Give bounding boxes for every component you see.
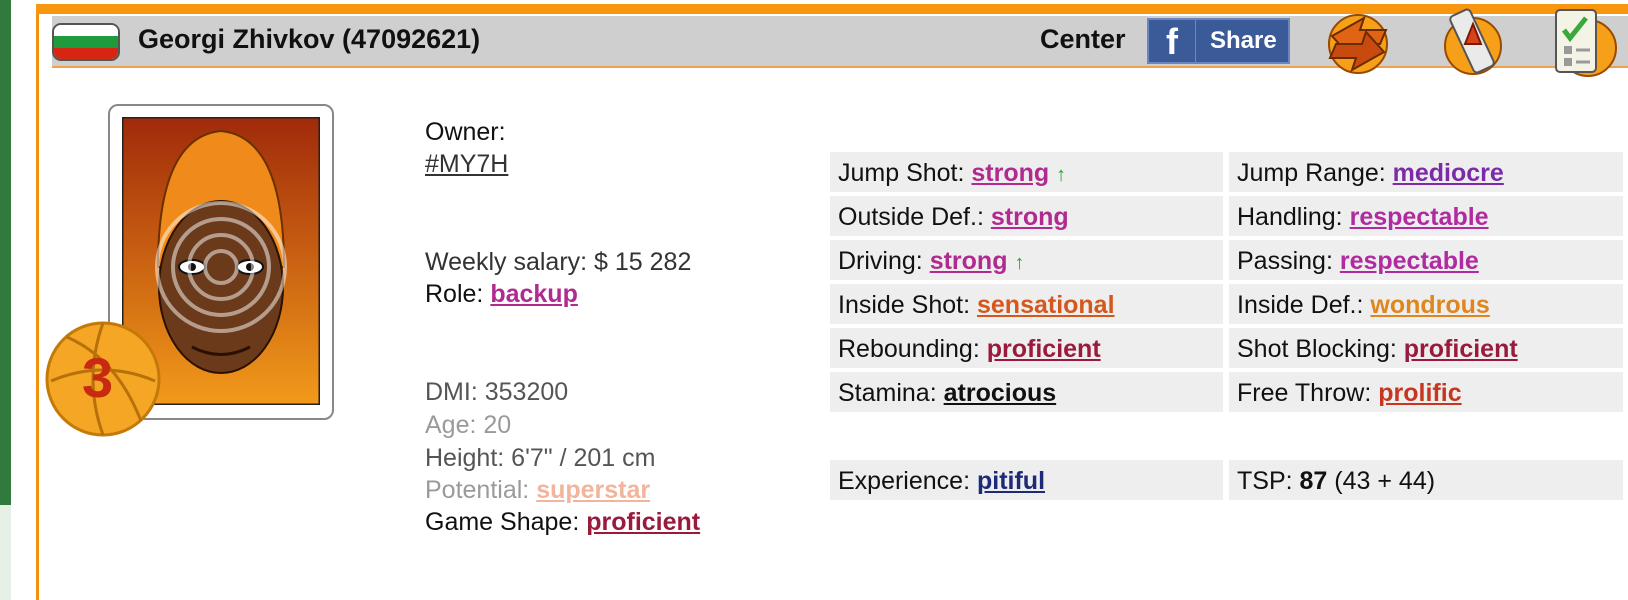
- skill-cell: Rebounding: proficient: [830, 328, 1223, 368]
- skill-label: Shot Blocking:: [1237, 335, 1397, 363]
- facebook-icon: f: [1149, 20, 1196, 62]
- skill-label: Inside Shot:: [838, 291, 971, 319]
- skill-value-link[interactable]: strong: [930, 247, 1008, 275]
- potential-label: Potential:: [425, 476, 530, 504]
- skill-cell: Outside Def.: strong: [830, 196, 1223, 236]
- skill-value-link[interactable]: strong: [971, 159, 1049, 187]
- skill-value-link[interactable]: wondrous: [1370, 291, 1489, 319]
- skill-cell: Shot Blocking: proficient: [1229, 328, 1623, 368]
- skill-value-link[interactable]: prolific: [1378, 379, 1461, 407]
- height-label: Height:: [425, 444, 505, 472]
- skill-label: Stamina:: [838, 379, 937, 407]
- skill-cell: Jump Shot: strong ↑: [830, 152, 1223, 192]
- skill-value-link[interactable]: respectable: [1340, 247, 1479, 275]
- skill-label: Jump Range:: [1237, 159, 1386, 187]
- player-level: 3: [82, 346, 114, 409]
- skill-cell: Stamina: atrocious: [830, 372, 1223, 412]
- tsp-cell: TSP: 87 (43 + 44): [1229, 460, 1623, 500]
- bulgaria-flag-icon: [52, 23, 120, 61]
- skill-value-link[interactable]: sensational: [977, 291, 1115, 319]
- game-shape-link[interactable]: proficient: [586, 508, 700, 536]
- player-position: Center: [1040, 24, 1126, 54]
- skill-cell: Free Throw: prolific: [1229, 372, 1623, 412]
- skill-cell: Passing: respectable: [1229, 240, 1623, 280]
- skill-label: Passing:: [1237, 247, 1333, 275]
- skill-label: Handling:: [1237, 203, 1343, 231]
- age-value: 20: [483, 411, 512, 439]
- skill-cell: Inside Shot: sensational: [830, 284, 1223, 324]
- skill-cell: Driving: strong ↑: [830, 240, 1223, 280]
- up-arrow-icon: ↑: [1014, 252, 1025, 274]
- skill-value-link[interactable]: proficient: [1404, 335, 1518, 363]
- experience-label: Experience:: [838, 467, 971, 495]
- experience-cell: Experience: pitiful: [830, 460, 1223, 500]
- skill-label: Driving:: [838, 247, 923, 275]
- height-value: 6'7" / 201 cm: [511, 444, 656, 472]
- tsp-total: 87: [1299, 467, 1328, 495]
- checklist-icon[interactable]: [1548, 4, 1624, 80]
- player-name: Georgi Zhivkov (47092621): [138, 24, 481, 54]
- skill-label: Rebounding:: [838, 335, 980, 363]
- skill-value-link[interactable]: atrocious: [944, 379, 1057, 407]
- tsp-label: TSP:: [1237, 467, 1293, 495]
- skill-label: Outside Def.:: [838, 203, 984, 231]
- salary-value: $ 15 282: [594, 248, 692, 276]
- owner-label: Owner:: [425, 118, 506, 146]
- facebook-share-button[interactable]: f Share: [1147, 18, 1290, 64]
- skill-value-link[interactable]: mediocre: [1393, 159, 1504, 187]
- skill-label: Jump Shot:: [838, 159, 965, 187]
- game-shape-label: Game Shape:: [425, 508, 580, 536]
- salary-label: Weekly salary:: [425, 248, 588, 276]
- release-icon[interactable]: [1435, 4, 1511, 80]
- skill-value-link[interactable]: strong: [991, 203, 1069, 231]
- skill-label: Inside Def.:: [1237, 291, 1364, 319]
- skill-value-link[interactable]: respectable: [1350, 203, 1489, 231]
- skill-cell: Handling: respectable: [1229, 196, 1623, 236]
- transfer-icon[interactable]: [1320, 4, 1396, 80]
- potential-link[interactable]: superstar: [536, 476, 650, 504]
- share-label: Share: [1210, 27, 1277, 54]
- experience-link[interactable]: pitiful: [977, 467, 1045, 495]
- role-link[interactable]: backup: [490, 280, 578, 308]
- side-strip-bottom: [0, 505, 11, 600]
- up-arrow-icon: ↑: [1056, 164, 1067, 186]
- owner-link[interactable]: #MY7H: [425, 150, 508, 179]
- skill-cell: Inside Def.: wondrous: [1229, 284, 1623, 324]
- role-label: Role:: [425, 280, 484, 308]
- tsp-breakdown: (43 + 44): [1334, 467, 1436, 495]
- skill-cell: Jump Range: mediocre: [1229, 152, 1623, 192]
- skill-value-link[interactable]: proficient: [987, 335, 1101, 363]
- dmi-value: 353200: [484, 378, 569, 406]
- age-label: Age:: [425, 411, 477, 439]
- dmi-label: DMI:: [425, 378, 478, 406]
- skill-label: Free Throw:: [1237, 379, 1372, 407]
